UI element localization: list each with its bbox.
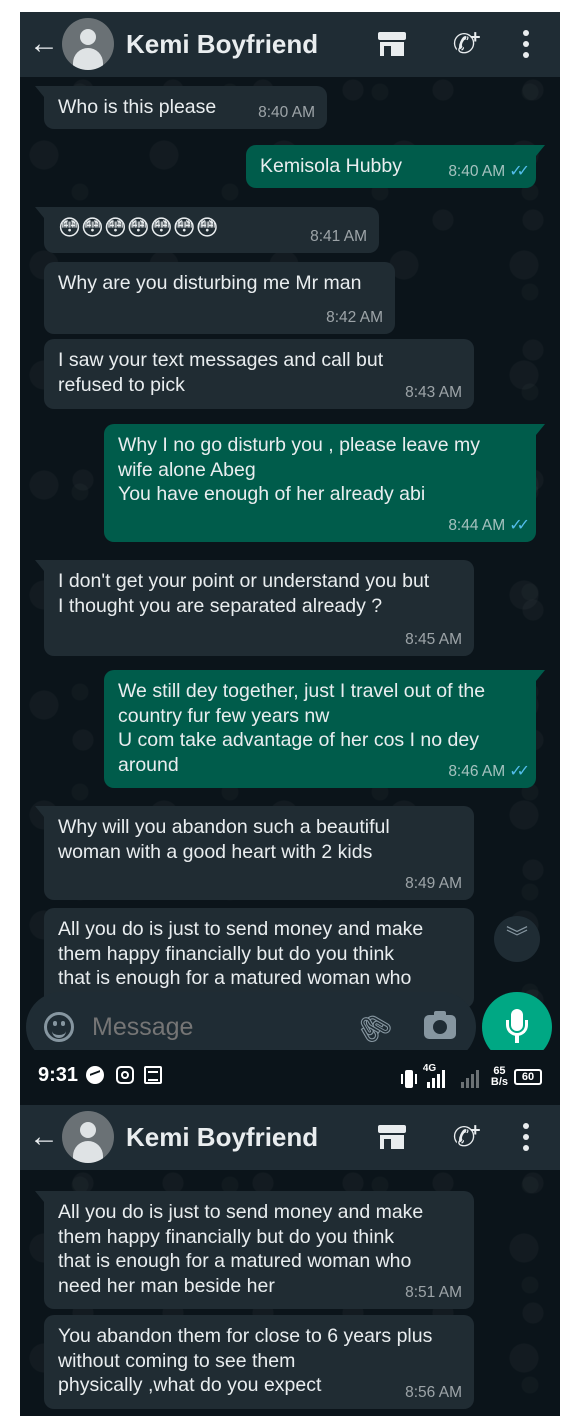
read-ticks-icon: ✓✓ — [509, 162, 530, 180]
message-text: All you do is just to send money and mak… — [58, 918, 424, 989]
contact-name[interactable]: Kemi Boyfriend — [126, 20, 318, 68]
status-bar: 9:31 4G 65 B/s 60 — [20, 1050, 560, 1105]
arrow-left-icon[interactable]: ← — [28, 1117, 60, 1157]
emoji-icon[interactable] — [44, 1012, 74, 1042]
message-input[interactable] — [92, 1006, 342, 1048]
message-time: 8:42 AM — [326, 308, 383, 326]
chat-screen-continued: ← Kemi Boyfriend ✆ + All you do is just t… — [20, 1105, 560, 1416]
message-incoming[interactable]: Why will you abandon such a beautiful wo… — [35, 806, 474, 900]
more-vertical-icon[interactable] — [506, 1117, 546, 1157]
message-meta: 8:46 AM ✓✓ — [448, 760, 530, 785]
message-time: 8:51 AM — [405, 1283, 462, 1301]
message-time: 8:46 AM — [448, 762, 506, 780]
double-chevron-down-icon[interactable]: ︾ — [494, 916, 540, 962]
message-time: 8:43 AM — [405, 383, 462, 401]
paperclip-icon[interactable]: 🖇 — [349, 1003, 400, 1050]
message-outgoing[interactable]: Kemisola Hubby 8:40 AM ✓✓ — [246, 145, 545, 188]
camera-icon[interactable] — [424, 1011, 456, 1039]
message-time: 8:41 AM — [310, 227, 367, 245]
message-composer: 🖇 — [26, 992, 476, 1050]
network-speed: 65 B/s — [491, 1066, 508, 1088]
message-text: I don't get your point or understand you… — [58, 570, 430, 617]
message-meta: 8:40 AM ✓✓ — [448, 160, 530, 185]
avatar[interactable] — [62, 18, 114, 70]
signal-icon: 4G — [422, 1063, 451, 1088]
store-icon[interactable] — [372, 24, 412, 64]
message-outgoing[interactable]: Why I no go disturb you , please leave m… — [104, 424, 545, 542]
arrow-left-icon[interactable]: ← — [28, 24, 60, 64]
more-vertical-icon[interactable] — [506, 24, 546, 64]
message-incoming[interactable]: Who is this please 8:40 AM — [35, 86, 327, 129]
message-time: 8:49 AM — [405, 874, 462, 892]
message-text: Why I no go disturb you , please leave m… — [118, 434, 481, 505]
read-ticks-icon: ✓✓ — [509, 762, 530, 780]
battery-icon: 60 — [514, 1069, 542, 1085]
add-call-icon[interactable]: ✆ + — [444, 1117, 484, 1157]
message-incoming[interactable]: 😳😳😳😳😳😳😳 8:41 AM — [35, 207, 379, 253]
message-outgoing[interactable]: We still dey together, just I travel out… — [104, 670, 545, 788]
store-icon[interactable] — [372, 1117, 412, 1157]
add-call-icon[interactable]: ✆ + — [444, 24, 484, 64]
message-incoming[interactable]: Why are you disturbing me Mr man 8:42 AM — [44, 262, 395, 334]
news-icon — [144, 1066, 162, 1084]
messenger-icon — [86, 1066, 104, 1084]
instagram-icon — [116, 1066, 134, 1084]
message-time: 8:40 AM — [448, 162, 506, 180]
message-time: 8:45 AM — [405, 630, 462, 648]
chat-header: ← Kemi Boyfriend ✆ + — [20, 12, 560, 77]
signal-icon-secondary — [457, 1066, 485, 1088]
status-right: 4G 65 B/s 60 — [400, 1062, 542, 1088]
message-text: All you do is just to send money and mak… — [58, 1201, 424, 1297]
message-text: I saw your text messages and call but re… — [58, 349, 384, 396]
message-incoming[interactable]: You abandon them for close to 6 years pl… — [44, 1315, 474, 1409]
message-incoming[interactable]: I saw your text messages and call but re… — [44, 339, 474, 409]
message-text: Why are you disturbing me Mr man — [58, 272, 362, 294]
message-text: You abandon them for close to 6 years pl… — [58, 1325, 433, 1396]
message-incoming[interactable]: I don't get your point or understand you… — [35, 560, 474, 656]
message-incoming[interactable]: All you do is just to send money and mak… — [35, 1191, 474, 1309]
message-text: Why will you abandon such a beautiful wo… — [58, 816, 390, 863]
message-time: 8:44 AM — [448, 516, 506, 534]
contact-name[interactable]: Kemi Boyfriend — [126, 1113, 318, 1161]
speed-unit: B/s — [490, 1076, 508, 1088]
avatar[interactable] — [62, 1111, 114, 1163]
chat-screen: ← Kemi Boyfriend ✆ + Who is this please 8… — [20, 12, 560, 1050]
message-time: 8:40 AM — [258, 103, 315, 121]
message-time: 8:56 AM — [405, 1383, 462, 1401]
message-meta: 8:44 AM ✓✓ — [448, 514, 530, 539]
read-ticks-icon: ✓✓ — [509, 516, 530, 534]
network-type: 4G — [422, 1063, 437, 1074]
chat-header: ← Kemi Boyfriend ✆ + — [20, 1105, 560, 1170]
vibrate-icon — [400, 1070, 417, 1088]
status-time: 9:31 — [38, 1064, 79, 1086]
